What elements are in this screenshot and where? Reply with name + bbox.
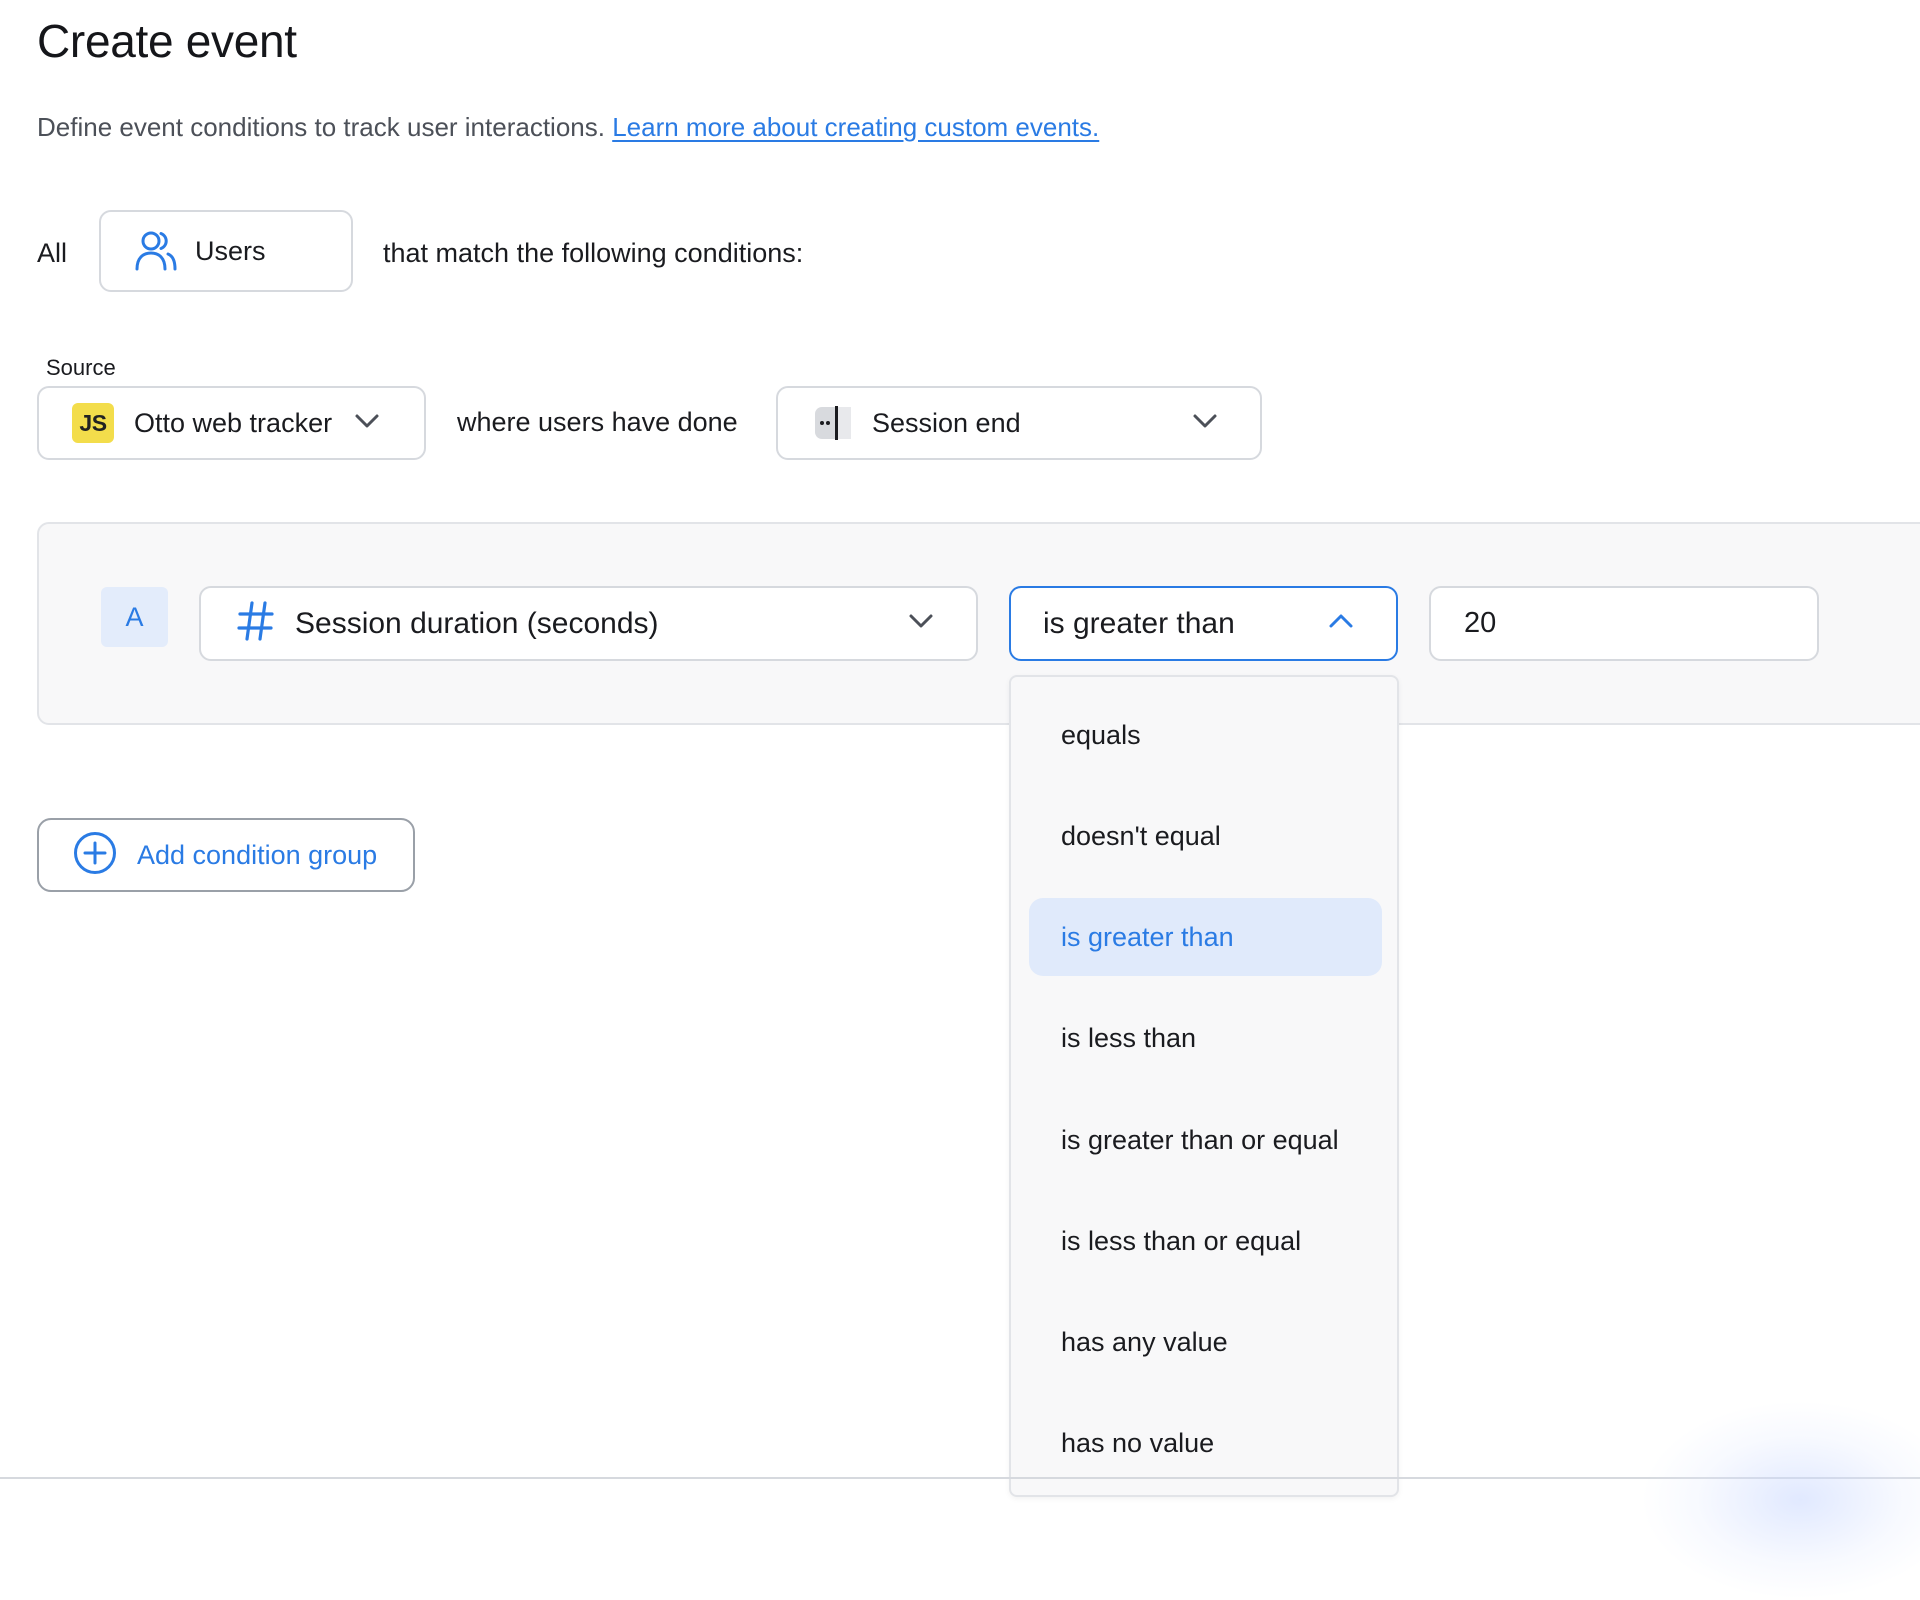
operator-option[interactable]: is less than or equal [1029,1202,1382,1280]
add-condition-group-button[interactable]: Add condition group [37,818,415,892]
users-icon [133,227,179,276]
operator-value: is greater than [1043,606,1235,640]
source-select[interactable]: JS Otto web tracker [37,386,426,460]
js-icon: JS [72,403,114,443]
audience-entity-button[interactable]: Users [99,210,353,292]
operator-option-selected[interactable]: is greater than [1029,898,1382,976]
hash-icon [237,600,275,647]
chevron-down-icon [1192,413,1218,434]
chevron-up-icon [1328,613,1354,634]
audience-suffix: that match the following conditions: [383,238,804,268]
add-condition-group-label: Add condition group [137,839,378,870]
page-description: Define event conditions to track user in… [37,112,1099,143]
chevron-down-icon [908,613,934,634]
event-icon [814,406,852,440]
condition-letter-badge: A [101,587,168,647]
source-label: Source [46,355,116,380]
audience-prefix: All [37,238,68,268]
operator-option[interactable]: is less than [1029,999,1382,1077]
operator-option[interactable]: has any value [1029,1303,1382,1381]
event-select[interactable]: Session end [776,386,1262,460]
operator-option[interactable]: has no value [1029,1404,1382,1482]
footer-divider [0,1477,1920,1479]
operator-option[interactable]: is greater than or equal [1029,1101,1382,1179]
operator-dropdown-menu: equals doesn't equal is greater than is … [1009,675,1399,1497]
operator-option[interactable]: equals [1029,696,1382,774]
learn-more-link[interactable]: Learn more about creating custom events. [612,112,1099,142]
event-value: Session end [872,407,1021,438]
property-select[interactable]: Session duration (seconds) [199,586,978,661]
source-value: Otto web tracker [134,407,333,438]
description-text: Define event conditions to track user in… [37,112,605,142]
value-input[interactable] [1429,586,1819,661]
property-value: Session duration (seconds) [295,606,659,640]
audience-entity-label: Users [195,235,266,266]
value-field[interactable] [1464,607,1784,640]
operator-option[interactable]: doesn't equal [1029,797,1382,875]
page-title: Create event [37,15,297,67]
background-glow [1640,1400,1920,1600]
plus-circle-icon [73,831,117,880]
operator-select[interactable]: is greater than [1009,586,1398,661]
event-connector-text: where users have done [457,407,738,437]
chevron-down-icon [354,413,380,434]
